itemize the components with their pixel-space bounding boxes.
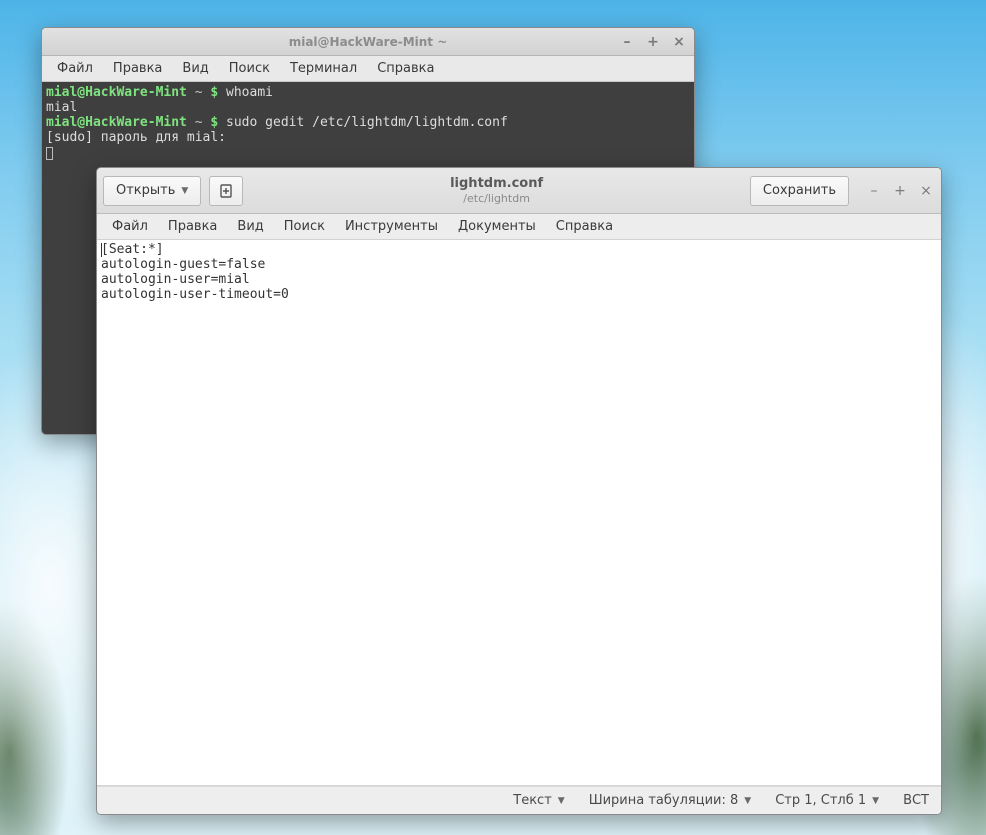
- menu-search[interactable]: Поиск: [275, 216, 334, 237]
- chevron-down-icon: ▼: [558, 796, 565, 806]
- status-insert-mode: ВСТ: [903, 793, 929, 808]
- menu-tools[interactable]: Инструменты: [336, 216, 447, 237]
- gedit-menubar: Файл Правка Вид Поиск Инструменты Докуме…: [97, 214, 941, 240]
- maximize-button[interactable]: +: [891, 182, 909, 200]
- new-document-icon: [218, 183, 234, 199]
- menu-search[interactable]: Поиск: [220, 58, 279, 79]
- menu-documents[interactable]: Документы: [449, 216, 545, 237]
- status-language-label: Текст: [513, 793, 552, 808]
- status-tab-width-label: Ширина табуляции: 8: [589, 793, 739, 808]
- status-language[interactable]: Текст ▼: [513, 793, 564, 808]
- gedit-title-wrap: lightdm.conf /etc/lightdm: [251, 176, 742, 205]
- prompt-user-host: mial@HackWare-Mint: [46, 85, 187, 100]
- editor-line: autologin-user=mial: [101, 272, 250, 287]
- open-button-label: Открыть: [116, 183, 175, 198]
- prompt-path: ~: [187, 85, 210, 100]
- minimize-button[interactable]: –: [618, 33, 636, 51]
- gedit-title: lightdm.conf: [251, 176, 742, 192]
- prompt-path: ~: [187, 115, 210, 130]
- terminal-cursor: [46, 147, 53, 160]
- prompt-user-host: mial@HackWare-Mint: [46, 115, 187, 130]
- cmd-sudo-gedit: sudo gedit /etc/lightdm/lightdm.conf: [226, 115, 508, 130]
- status-insert-label: ВСТ: [903, 793, 929, 808]
- menu-help[interactable]: Справка: [547, 216, 622, 237]
- chevron-down-icon: ▼: [744, 796, 751, 806]
- menu-edit[interactable]: Правка: [104, 58, 171, 79]
- new-tab-button[interactable]: [209, 176, 243, 206]
- gedit-subtitle: /etc/lightdm: [251, 192, 742, 205]
- terminal-menubar: Файл Правка Вид Поиск Терминал Справка: [42, 56, 694, 82]
- terminal-titlebar[interactable]: mial@HackWare-Mint ~ – + ×: [42, 28, 694, 56]
- sudo-prompt: [sudo] пароль для mial:: [46, 130, 226, 145]
- menu-file[interactable]: Файл: [103, 216, 157, 237]
- chevron-down-icon: ▼: [181, 186, 188, 196]
- cmd-whoami: whoami: [226, 85, 273, 100]
- save-button-label: Сохранить: [763, 183, 836, 198]
- minimize-button[interactable]: –: [865, 182, 883, 200]
- menu-edit[interactable]: Правка: [159, 216, 226, 237]
- gedit-editor[interactable]: [Seat:*] autologin-guest=false autologin…: [97, 240, 941, 786]
- status-tab-width[interactable]: Ширина табуляции: 8 ▼: [589, 793, 751, 808]
- close-button[interactable]: ×: [917, 182, 935, 200]
- menu-help[interactable]: Справка: [368, 58, 443, 79]
- gedit-headerbar[interactable]: Открыть ▼ lightdm.conf /etc/lightdm Сохр…: [97, 168, 941, 214]
- status-cursor-label: Стр 1, Стлб 1: [775, 793, 866, 808]
- editor-line: autologin-user-timeout=0: [101, 287, 289, 302]
- maximize-button[interactable]: +: [644, 33, 662, 51]
- save-button[interactable]: Сохранить: [750, 176, 849, 206]
- gedit-window: Открыть ▼ lightdm.conf /etc/lightdm Сохр…: [96, 167, 942, 815]
- open-button[interactable]: Открыть ▼: [103, 176, 201, 206]
- gedit-statusbar: Текст ▼ Ширина табуляции: 8 ▼ Стр 1, Стл…: [97, 786, 941, 814]
- output-whoami: mial: [46, 100, 77, 115]
- editor-line: autologin-guest=false: [101, 257, 265, 272]
- terminal-window-controls: – + ×: [618, 28, 688, 55]
- close-button[interactable]: ×: [670, 33, 688, 51]
- menu-view[interactable]: Вид: [173, 58, 217, 79]
- status-cursor-position[interactable]: Стр 1, Стлб 1 ▼: [775, 793, 879, 808]
- menu-terminal[interactable]: Терминал: [281, 58, 366, 79]
- menu-file[interactable]: Файл: [48, 58, 102, 79]
- gedit-window-controls: – + ×: [865, 182, 935, 200]
- terminal-title: mial@HackWare-Mint ~: [289, 35, 448, 49]
- prompt-symbol: $: [210, 115, 218, 130]
- editor-line: [Seat:*]: [101, 242, 164, 257]
- menu-view[interactable]: Вид: [228, 216, 272, 237]
- chevron-down-icon: ▼: [872, 796, 879, 806]
- prompt-symbol: $: [210, 85, 218, 100]
